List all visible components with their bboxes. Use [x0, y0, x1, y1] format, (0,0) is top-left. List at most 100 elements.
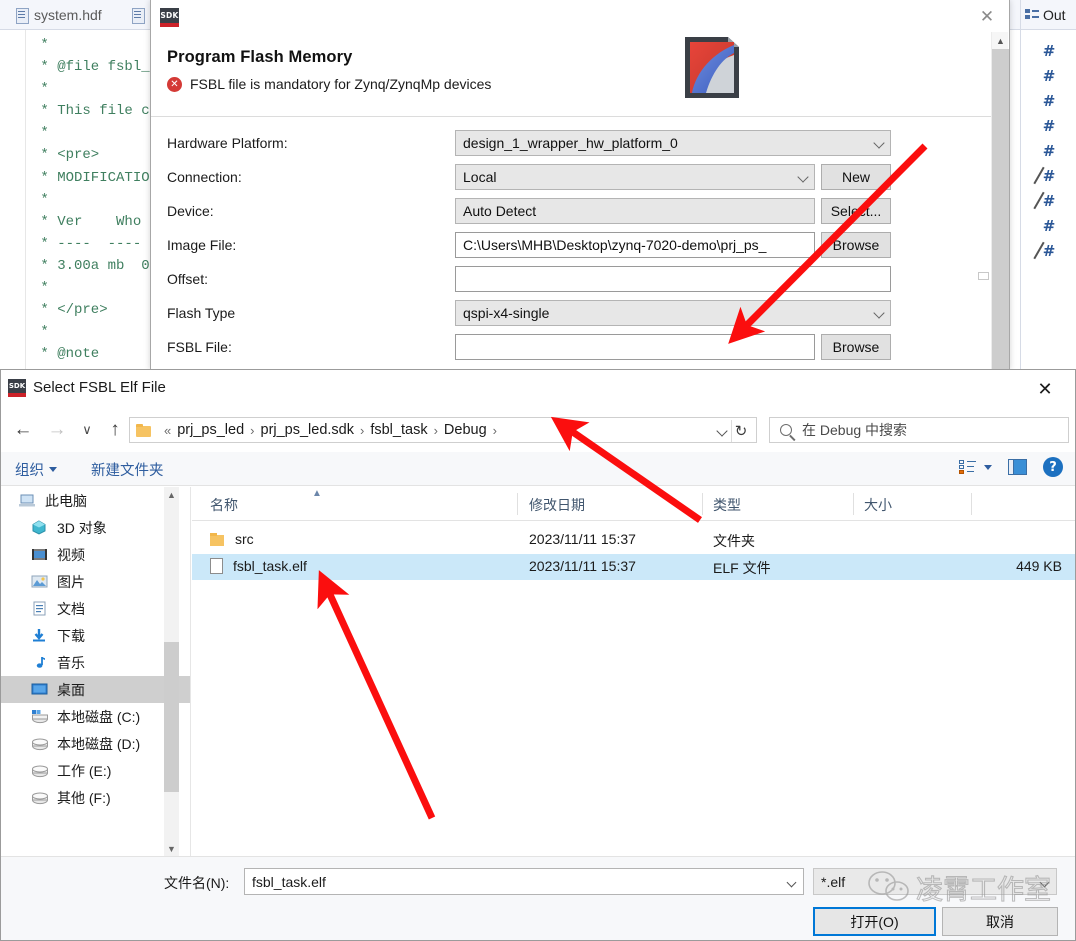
outline-entry[interactable]: #: [1021, 188, 1076, 213]
organize-button[interactable]: 组织: [15, 459, 57, 480]
outline-entry[interactable]: #: [1021, 163, 1076, 188]
breadcrumb[interactable]: « prj_ps_led › prj_ps_led.sdk › fsbl_task › De…: [129, 417, 757, 443]
sidebar-item-9[interactable]: 本地磁盘 (D:): [1, 730, 191, 757]
editor-tab-system-hdf[interactable]: system.hdf: [6, 3, 110, 27]
pictures-icon: [31, 574, 48, 589]
chevron-down-icon[interactable]: [797, 171, 809, 183]
table-row[interactable]: src 2023/11/11 15:37 文件夹: [192, 527, 1075, 553]
new-button[interactable]: New: [821, 164, 891, 190]
column-header-date[interactable]: 修改日期: [529, 495, 585, 515]
preview-pane-icon[interactable]: [1008, 459, 1027, 475]
field-input[interactable]: Auto Detect: [455, 198, 815, 224]
search-icon: [780, 424, 792, 436]
outline-panel: Out # # # # # # # # #: [1020, 0, 1076, 370]
field-select[interactable]: qspi-x4-single: [455, 300, 891, 326]
outline-entry[interactable]: #: [1021, 38, 1076, 63]
editor-tab-label: system.hdf: [34, 7, 102, 23]
dialog-scrollbar[interactable]: ▲: [991, 32, 1009, 370]
outline-entry[interactable]: #: [1021, 63, 1076, 88]
breadcrumb-item-fsbl_task[interactable]: fsbl_task: [370, 422, 427, 438]
chevron-down-icon[interactable]: [716, 425, 728, 437]
resize-handle[interactable]: [978, 272, 989, 280]
breadcrumb-overflow[interactable]: «: [164, 423, 171, 438]
sidebar-item-11[interactable]: 其他 (F:): [1, 784, 191, 811]
sidebar-item-1[interactable]: 3D 对象: [1, 514, 191, 541]
sidebar-item-2[interactable]: 视频: [1, 541, 191, 568]
sidebar-item-label: 本地磁盘 (C:): [57, 708, 141, 725]
column-header-type[interactable]: 类型: [713, 495, 741, 515]
new-folder-button[interactable]: 新建文件夹: [91, 459, 164, 480]
select-button[interactable]: Select...: [821, 198, 891, 224]
browse-button[interactable]: Browse: [821, 334, 891, 360]
column-header-name[interactable]: 名称: [210, 495, 238, 515]
chevron-down-icon[interactable]: [1039, 877, 1050, 888]
outline-entry[interactable]: #: [1021, 113, 1076, 138]
outline-entry[interactable]: #: [1021, 88, 1076, 113]
sidebar-item-3[interactable]: 图片: [1, 568, 191, 595]
field-select[interactable]: design_1_wrapper_hw_platform_0: [455, 130, 891, 156]
scroll-down-icon[interactable]: ▼: [164, 841, 179, 857]
field-input[interactable]: C:\Users\MHB\Desktop\zynq-7020-demo\prj_…: [455, 232, 815, 258]
new-folder-label: 新建文件夹: [91, 463, 164, 479]
sidebar-item-4[interactable]: 文档: [1, 595, 191, 622]
field-input[interactable]: [455, 334, 815, 360]
table-row[interactable]: fsbl_task.elf 2023/11/11 15:37 ELF 文件 449 K…: [192, 554, 1075, 580]
filetype-value: *.elf: [821, 873, 846, 890]
help-icon[interactable]: ?: [1043, 457, 1063, 477]
browse-button[interactable]: Browse: [821, 232, 891, 258]
refresh-icon[interactable]: ↻: [730, 420, 752, 442]
sidebar-item-0[interactable]: 此电脑: [1, 487, 191, 514]
sidebar-scrollbar[interactable]: ▲ ▼: [164, 487, 179, 857]
file-name-cell: fsbl_task.elf: [210, 558, 307, 574]
sidebar-item-8[interactable]: 本地磁盘 (C:): [1, 703, 191, 730]
organize-label: 组织: [15, 463, 44, 479]
sidebar-item-7[interactable]: 桌面: [1, 676, 191, 703]
filename-input[interactable]: fsbl_task.elf: [244, 868, 804, 895]
chevron-down-icon[interactable]: [873, 307, 885, 319]
sidebar-item-10[interactable]: 工作 (E:): [1, 757, 191, 784]
field-input[interactable]: [455, 266, 891, 292]
breadcrumb-item-prj_ps_led-sdk[interactable]: prj_ps_led.sdk: [261, 422, 355, 438]
field-label: FSBL File:: [167, 339, 232, 355]
open-button[interactable]: 打开(O): [813, 907, 936, 936]
breadcrumb-separator[interactable]: ›: [434, 423, 438, 438]
outline-entry[interactable]: #: [1021, 138, 1076, 163]
breadcrumb-item-prj_ps_led[interactable]: prj_ps_led: [177, 422, 244, 438]
sidebar-item-6[interactable]: 音乐: [1, 649, 191, 676]
chevron-down-icon[interactable]: [786, 877, 797, 888]
navigation-sidebar: 此电脑 3D 对象 视频 图片 文档 下载 音乐 桌面本地磁盘 (C:) 本地磁盘 (D:) 工作…: [1, 487, 191, 857]
recent-locations-icon[interactable]: ∨: [73, 416, 101, 444]
breadcrumb-item-debug[interactable]: Debug: [444, 422, 487, 438]
scrollbar-thumb[interactable]: [992, 49, 1009, 370]
outline-tab[interactable]: Out: [1021, 0, 1076, 30]
editor-tab-secondary[interactable]: [130, 3, 145, 27]
scroll-up-icon[interactable]: ▲: [164, 487, 179, 503]
forward-icon[interactable]: →: [43, 416, 71, 444]
editor-gutter: [0, 30, 26, 370]
back-icon[interactable]: ←: [9, 416, 37, 444]
scroll-up-icon[interactable]: ▲: [992, 32, 1009, 49]
up-icon[interactable]: ↑: [101, 416, 129, 444]
folder-icon: [210, 532, 225, 546]
outline-entry[interactable]: #: [1021, 213, 1076, 238]
breadcrumb-separator[interactable]: ›: [250, 423, 254, 438]
breadcrumb-separator[interactable]: ›: [493, 423, 497, 438]
field-value: design_1_wrapper_hw_platform_0: [463, 135, 678, 151]
breadcrumb-separator[interactable]: ›: [360, 423, 364, 438]
outline-entry-list: # # # # # # # # #: [1021, 38, 1076, 263]
chevron-down-icon[interactable]: [873, 137, 885, 149]
form-row: FSBL File: Browse: [151, 330, 1009, 364]
field-select[interactable]: Local: [455, 164, 815, 190]
sidebar-item-5[interactable]: 下载: [1, 622, 191, 649]
scrollbar-thumb[interactable]: [164, 642, 179, 792]
column-header-size[interactable]: 大小: [864, 495, 892, 515]
change-view-button[interactable]: [959, 459, 992, 475]
close-icon[interactable]: ✕: [1025, 376, 1065, 402]
close-icon[interactable]: ✕: [973, 6, 1001, 28]
search-input[interactable]: 在 Debug 中搜索: [769, 417, 1069, 443]
windows-drive-icon: [31, 709, 48, 724]
sidebar-item-list: 此电脑 3D 对象 视频 图片 文档 下载 音乐 桌面本地磁盘 (C:) 本地磁盘 (D:) 工作…: [1, 487, 191, 811]
filetype-select[interactable]: *.elf: [813, 868, 1057, 895]
outline-entry[interactable]: #: [1021, 238, 1076, 263]
cancel-button[interactable]: 取消: [942, 907, 1058, 936]
